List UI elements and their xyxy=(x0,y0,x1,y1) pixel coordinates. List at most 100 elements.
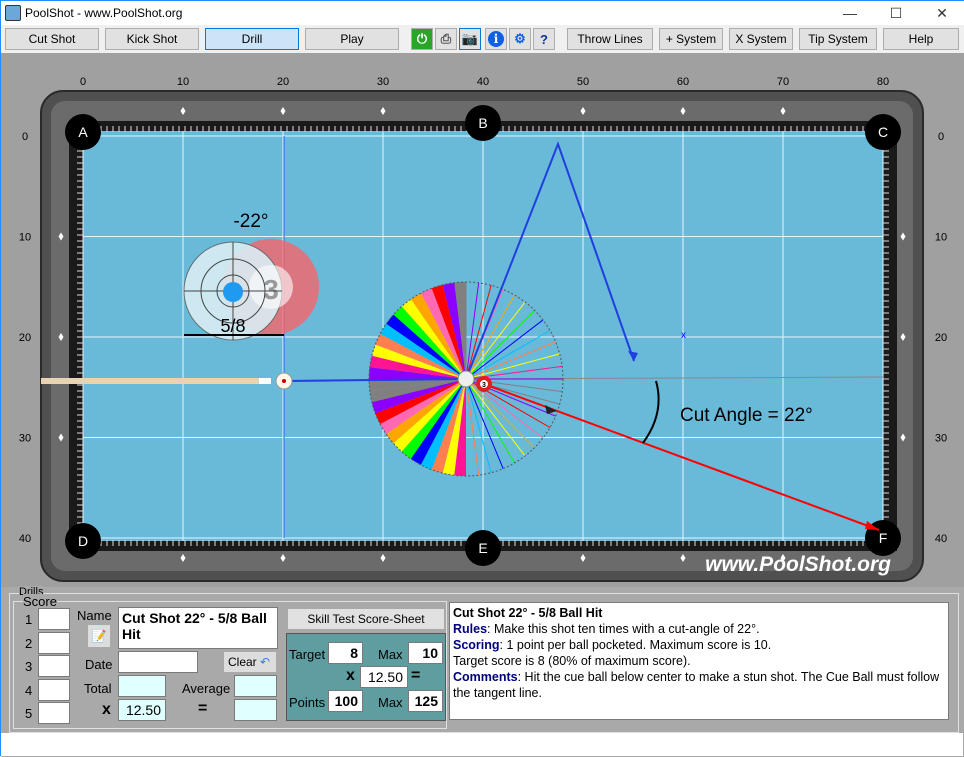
cut-shot-button[interactable]: Cut Shot xyxy=(5,28,99,50)
points-field: 100 xyxy=(328,690,363,712)
max-points-label: Max xyxy=(378,695,403,710)
minimize-button[interactable]: — xyxy=(827,1,873,25)
score-row-number: 4 xyxy=(25,682,33,698)
score-row-number: 5 xyxy=(25,706,33,721)
x-tick-label: 50 xyxy=(577,76,589,88)
score-label: Score xyxy=(23,594,57,609)
help-button[interactable]: Help xyxy=(883,28,959,50)
description-title: Cut Shot 22° - 5/8 Ball Hit xyxy=(453,606,603,620)
info-icon[interactable]: i xyxy=(485,28,507,50)
drill-button[interactable]: Drill xyxy=(205,28,299,50)
score-row-number: 1 xyxy=(25,612,33,627)
help-document-icon[interactable]: ? xyxy=(533,28,555,50)
y-tick-label-right: 20 xyxy=(935,332,947,344)
pocket-label: B xyxy=(478,115,487,131)
multiply-sign: x xyxy=(102,701,111,718)
target-mark: x xyxy=(681,330,686,341)
y-tick-label-right: 10 xyxy=(935,232,947,244)
plus-system-button[interactable]: + System xyxy=(659,28,723,50)
y-tick-label-left: 0 xyxy=(22,131,28,143)
y-tick-label-right: 40 xyxy=(935,533,947,545)
score-field-4[interactable] xyxy=(38,678,70,701)
clear-button[interactable]: Clear ↶ xyxy=(224,652,276,672)
drill-description: Cut Shot 22° - 5/8 Ball Hit Rules: Make … xyxy=(449,602,949,720)
total-label: Total xyxy=(84,681,112,696)
app-icon xyxy=(5,5,21,21)
score-row-number: 2 xyxy=(25,635,33,651)
y-tick-label-left: 30 xyxy=(19,433,31,445)
ghost-ball xyxy=(457,370,475,388)
average-field xyxy=(234,675,277,697)
y-tick-label-right: 0 xyxy=(938,131,944,143)
power-icon[interactable]: ⏻ xyxy=(411,28,433,50)
scoring-text: : 1 point per ball pocketed. Maximum sco… xyxy=(499,638,772,652)
rules-label: Rules xyxy=(453,622,488,636)
throw-lines-button[interactable]: Throw Lines xyxy=(567,28,653,50)
diagram-ball-number: 3 xyxy=(263,274,279,305)
points-label: Points xyxy=(289,695,326,710)
comments-label: Comments xyxy=(453,670,518,684)
ball-hit-label: 5/8 xyxy=(220,316,245,336)
pool-table[interactable]: 0 10 20 30 40 50 60 70 80 0 0 10 10 20 20 30 30 40 40 A B C D… xyxy=(1,53,964,587)
clear-label: Clear xyxy=(228,655,257,669)
y-tick-label-left: 40 xyxy=(19,533,31,545)
x-tick-label: 80 xyxy=(877,76,889,88)
edit-name-icon[interactable]: 📝 xyxy=(88,625,110,647)
x-tick-label: 60 xyxy=(677,76,689,88)
max-field[interactable]: 10 xyxy=(408,642,443,664)
x-system-button[interactable]: X System xyxy=(729,28,793,50)
x-tick-label: 40 xyxy=(477,76,489,88)
toolbar: Cut Shot Kick Shot Drill Play ⏻ ⎙ 📷 i ⚙ … xyxy=(1,25,964,53)
score-field-3[interactable] xyxy=(38,655,70,677)
score-row-number: 3 xyxy=(25,659,33,674)
target-field[interactable]: 8 xyxy=(328,642,363,664)
x-tick-label: 30 xyxy=(377,76,389,88)
y-tick-label-left: 20 xyxy=(19,332,31,344)
sheet-multiplier-field[interactable]: 12.50 xyxy=(360,666,408,688)
max-points-field: 125 xyxy=(408,690,443,712)
status-bar xyxy=(1,733,963,756)
pocket-label: C xyxy=(878,124,888,140)
settings-gear-icon[interactable]: ⚙ xyxy=(509,28,531,50)
sheet-multiply-sign: x xyxy=(346,667,355,684)
cut-angle-label: Cut Angle = 22° xyxy=(680,405,813,426)
x-tick-label: 20 xyxy=(277,76,289,88)
camera-icon[interactable]: 📷 xyxy=(459,28,481,50)
tip-position-dot xyxy=(223,282,243,302)
watermark: www.PoolShot.org xyxy=(705,553,891,576)
printer-icon[interactable]: ⎙ xyxy=(435,28,457,50)
pocket-label: D xyxy=(78,533,88,549)
total-field xyxy=(118,675,166,697)
kick-shot-button[interactable]: Kick Shot xyxy=(105,28,199,50)
target-text: Target score is 8 (80% of maximum score)… xyxy=(453,654,691,668)
scoring-label: Scoring xyxy=(453,638,500,652)
equals-sign: = xyxy=(198,700,208,717)
rules-text: : Make this shot ten times with a cut-an… xyxy=(487,622,760,636)
play-button[interactable]: Play xyxy=(305,28,399,50)
multiplier-field: 12.50 xyxy=(118,699,166,721)
title-bar: PoolShot - www.PoolShot.org — ☐ ✕ xyxy=(1,1,964,25)
sheet-equals-sign: = xyxy=(411,667,421,684)
y-tick-label-left: 10 xyxy=(19,232,31,244)
cue-stick xyxy=(41,378,269,384)
target-label: Target xyxy=(289,647,326,662)
name-label: Name xyxy=(77,608,112,623)
tip-system-button[interactable]: Tip System xyxy=(799,28,877,50)
average-label: Average xyxy=(182,681,231,696)
cue-ball-tip-position xyxy=(282,379,286,383)
maximize-button[interactable]: ☐ xyxy=(873,1,919,25)
cue-tip xyxy=(259,378,271,384)
date-field[interactable] xyxy=(118,651,198,673)
y-tick-label-right: 30 xyxy=(935,433,947,445)
drill-name-field[interactable]: Cut Shot 22° - 5/8 Ball Hit xyxy=(118,607,278,649)
close-button[interactable]: ✕ xyxy=(919,1,964,25)
score-field-1[interactable] xyxy=(38,608,70,630)
score-field-2[interactable] xyxy=(38,631,70,654)
score-field-5[interactable] xyxy=(38,702,70,724)
undo-icon: ↶ xyxy=(260,655,271,669)
object-ball-number: 3 xyxy=(482,382,486,389)
skill-test-scoresheet-button[interactable]: Skill Test Score-Sheet xyxy=(288,609,444,629)
max-label: Max xyxy=(378,647,403,662)
x-tick-label: 0 xyxy=(80,76,86,88)
date-label: Date xyxy=(85,657,113,672)
